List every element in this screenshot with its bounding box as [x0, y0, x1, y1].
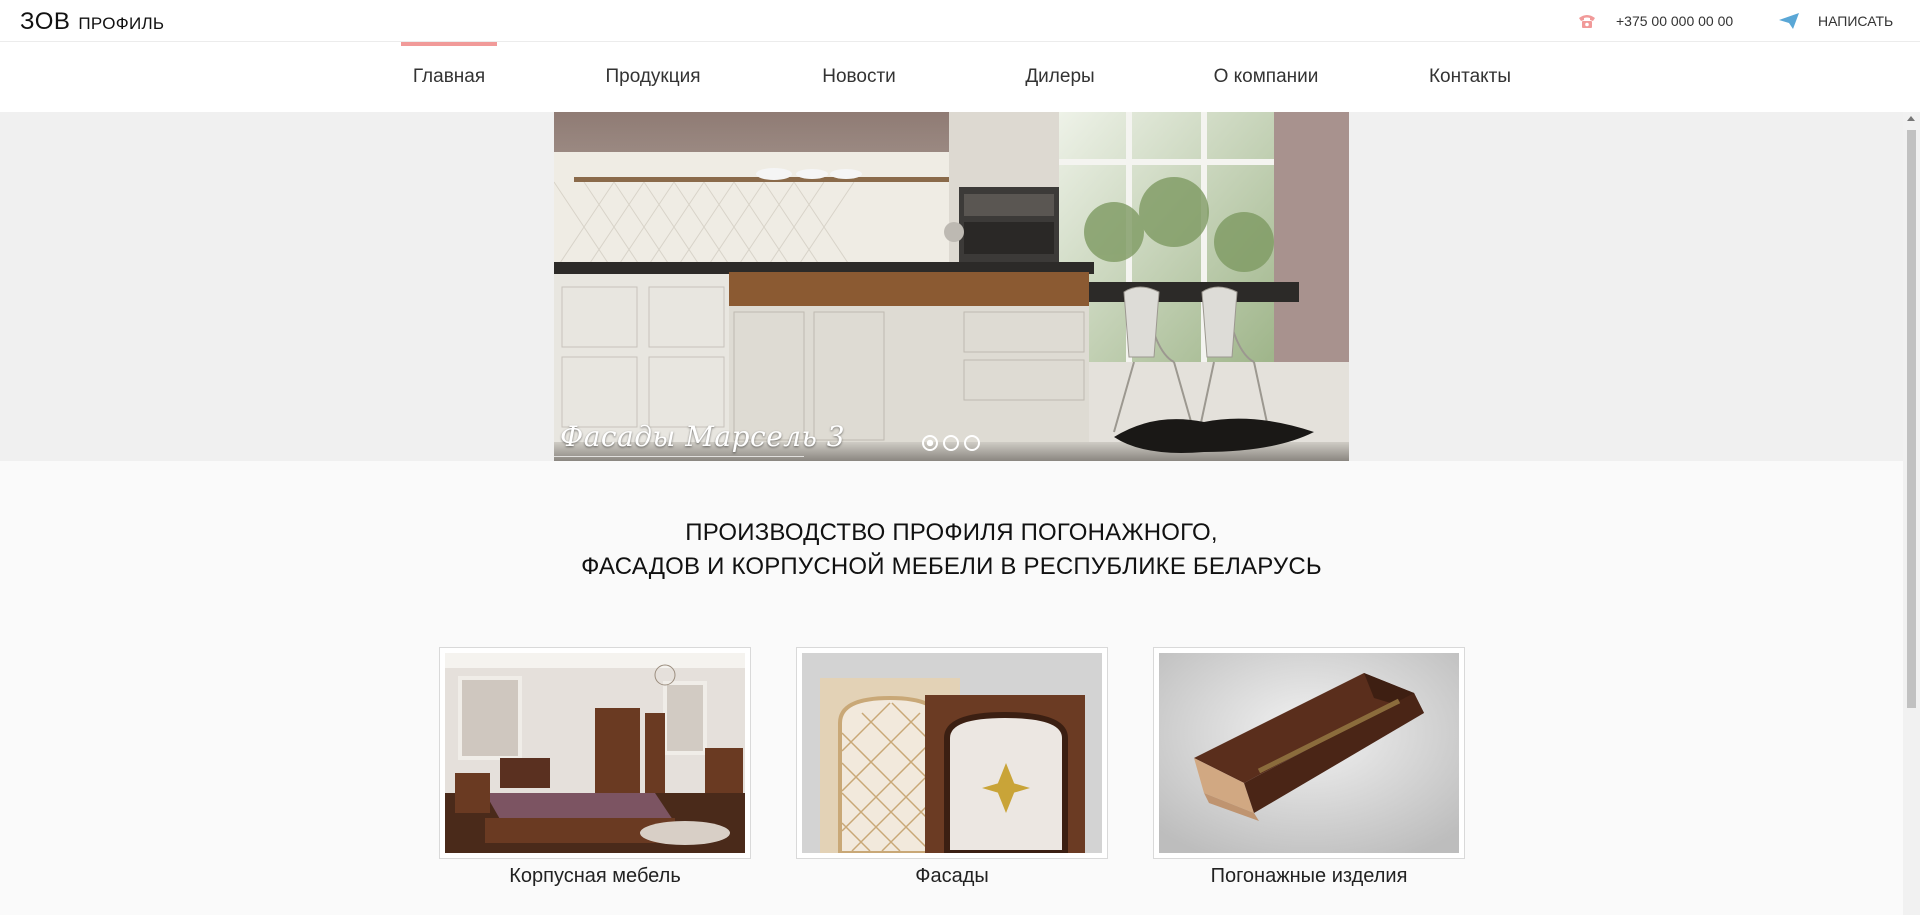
phone-number: +375 00 000 00 00	[1616, 13, 1734, 29]
phone-icon	[1576, 10, 1598, 32]
card-image-frame	[1153, 647, 1465, 859]
slider-dot-2[interactable]	[943, 435, 959, 451]
card-label: Погонажные изделия	[1210, 865, 1408, 887]
nav-item-home[interactable]: Главная	[401, 42, 497, 112]
caption-underline	[554, 456, 804, 457]
card-image-frame	[796, 647, 1108, 859]
main-nav: Главная Продукция Новости Дилеры О компа…	[0, 42, 1920, 112]
hero-slide-image[interactable]: Фасады Марсель 3	[554, 112, 1349, 461]
logo-main: ЗОВ	[20, 8, 71, 35]
slider-dots	[922, 435, 980, 451]
slider-dot-3[interactable]	[964, 435, 980, 451]
headline-line-1: ПРОИЗВОДСТВО ПРОФИЛЯ ПОГОНАЖНОГО,	[685, 519, 1218, 546]
hero-slider: Фасады Марсель 3	[0, 112, 1920, 461]
paper-plane-icon	[1778, 10, 1800, 32]
molding-image	[1159, 653, 1459, 853]
bedroom-image	[445, 653, 745, 853]
card-label: Фасады	[915, 865, 989, 887]
scroll-up-arrow-icon[interactable]	[1907, 116, 1915, 121]
nav-item-contacts[interactable]: Контакты	[1414, 42, 1526, 112]
slider-dot-1[interactable]	[922, 435, 938, 451]
nav-item-products[interactable]: Продукция	[588, 42, 718, 112]
scrollbar-thumb[interactable]	[1907, 130, 1916, 708]
page-headline: ПРОИЗВОДСТВО ПРОФИЛЯ ПОГОНАЖНОГО, ФАСАДО…	[0, 516, 1903, 584]
write-button[interactable]: НАПИСАТЬ	[1778, 0, 1893, 42]
nav-item-news[interactable]: Новости	[804, 42, 914, 112]
write-label: НАПИСАТЬ	[1818, 13, 1894, 29]
card-image-frame	[439, 647, 751, 859]
category-card-facades[interactable]: Фасады	[796, 647, 1108, 888]
slide-caption: Фасады Марсель 3	[560, 420, 846, 453]
logo-sub: ПРОФИЛЬ	[78, 14, 165, 33]
logo[interactable]: ЗОВ ПРОФИЛЬ	[20, 8, 164, 36]
top-bar: ЗОВ ПРОФИЛЬ +375 00 000 00 00 НАПИСАТЬ	[0, 0, 1920, 42]
category-card-furniture[interactable]: Корпусная мебель	[439, 647, 751, 888]
kitchen-scene	[554, 112, 1349, 461]
card-label: Корпусная мебель	[509, 865, 681, 887]
headline-line-2: ФАСАДОВ И КОРПУСНОЙ МЕБЕЛИ В РЕСПУБЛИКЕ …	[581, 553, 1322, 580]
facades-image	[802, 653, 1102, 853]
phone-link[interactable]: +375 00 000 00 00	[1576, 0, 1733, 42]
category-card-moldings[interactable]: Погонажные изделия	[1153, 647, 1465, 888]
nav-item-about[interactable]: О компании	[1200, 42, 1332, 112]
nav-item-dealers[interactable]: Дилеры	[1010, 42, 1110, 112]
